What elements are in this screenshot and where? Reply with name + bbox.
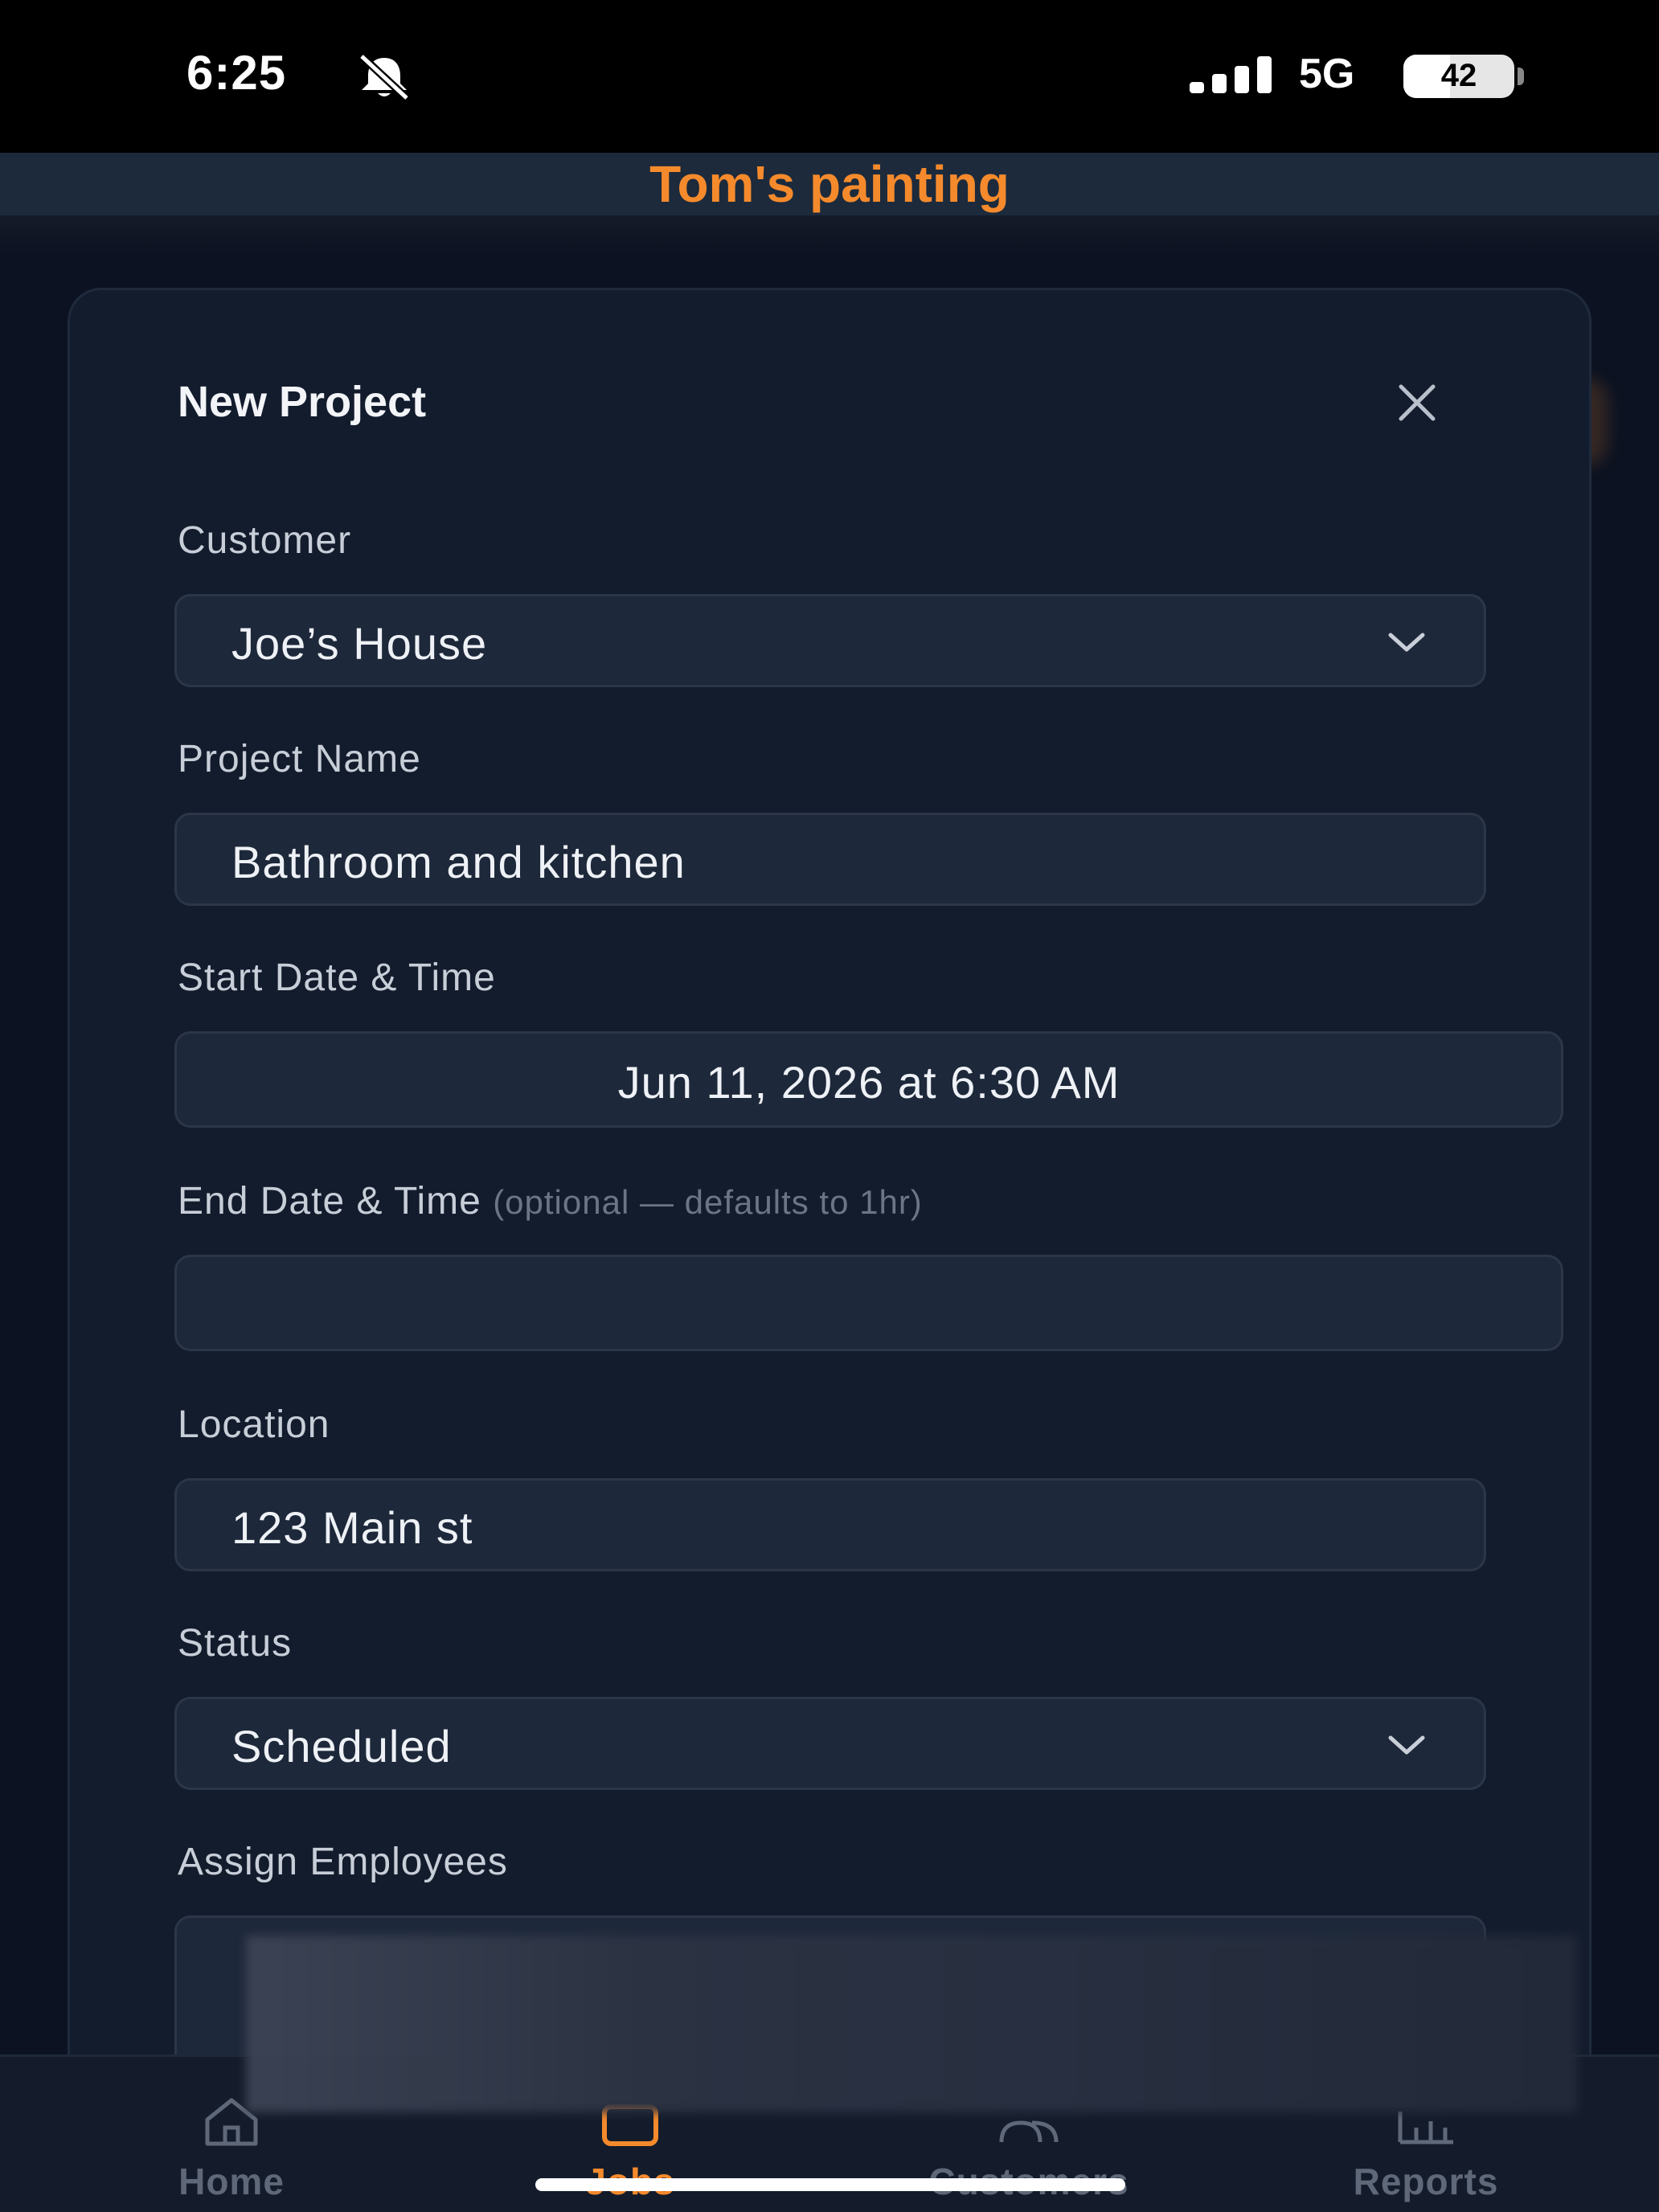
nav-item-home[interactable]: Home	[111, 2095, 352, 2208]
cellular-signal-icon	[1190, 56, 1272, 93]
status-select[interactable]: Scheduled	[174, 1697, 1486, 1790]
location-label: Location	[178, 1403, 330, 1446]
app-header: Tom's painting	[0, 153, 1659, 215]
nav-item-reports[interactable]: Reports	[1305, 2095, 1546, 2208]
nav-label-reports: Reports	[1353, 2161, 1499, 2202]
bell-slash-icon	[358, 53, 410, 101]
home-indicator[interactable]	[535, 2178, 1125, 2191]
status-bar: 6:25 5G 42	[0, 0, 1659, 153]
modal-title: New Project	[178, 378, 427, 426]
assign-employees-label: Assign Employees	[178, 1841, 508, 1883]
app-screen: 6:25 5G 42 Tom's painting New Project Cu…	[0, 0, 1659, 2212]
customer-select[interactable]: Joe’s House	[174, 594, 1486, 687]
location-value: 123 Main st	[231, 1502, 473, 1553]
nav-label-home: Home	[178, 2161, 285, 2202]
start-datetime-picker[interactable]: Jun 11, 2026 at 6:30 AM	[174, 1031, 1563, 1128]
end-date-label-text: End Date & Time	[178, 1180, 481, 1223]
battery-percent: 42	[1440, 58, 1477, 93]
nav-item-customers[interactable]: Customers	[908, 2095, 1149, 2208]
nav-item-jobs[interactable]: Jobs	[510, 2095, 751, 2208]
project-name-input[interactable]: Bathroom and kitchen	[174, 813, 1486, 906]
start-date-label: Start Date & Time	[178, 956, 496, 999]
close-icon[interactable]	[1385, 371, 1449, 435]
location-input[interactable]: 123 Main st	[174, 1478, 1486, 1571]
end-date-hint: (optional — defaults to 1hr)	[493, 1183, 923, 1221]
new-project-modal: New Project Customer Joe’s House Project…	[68, 288, 1591, 2212]
network-type: 5G	[1299, 51, 1355, 97]
battery-tip	[1518, 68, 1524, 85]
redacted-overlay	[246, 1936, 1577, 2112]
customer-label: Customer	[178, 519, 352, 562]
battery-icon: 42	[1403, 55, 1514, 98]
status-label: Status	[178, 1622, 293, 1665]
customer-value: Joe’s House	[231, 618, 488, 669]
status-value: Scheduled	[231, 1721, 452, 1772]
end-datetime-picker[interactable]	[174, 1255, 1563, 1351]
status-time: 6:25	[186, 46, 287, 100]
chevron-down-icon	[1388, 1735, 1425, 1755]
header-shadow	[0, 215, 1659, 256]
app-title: Tom's painting	[649, 155, 1010, 213]
end-date-label: End Date & Time (optional — defaults to …	[178, 1179, 923, 1223]
project-name-value: Bathroom and kitchen	[231, 837, 686, 887]
chevron-down-icon	[1388, 633, 1425, 652]
start-datetime-value: Jun 11, 2026 at 6:30 AM	[617, 1057, 1120, 1108]
project-name-label: Project Name	[178, 738, 421, 780]
